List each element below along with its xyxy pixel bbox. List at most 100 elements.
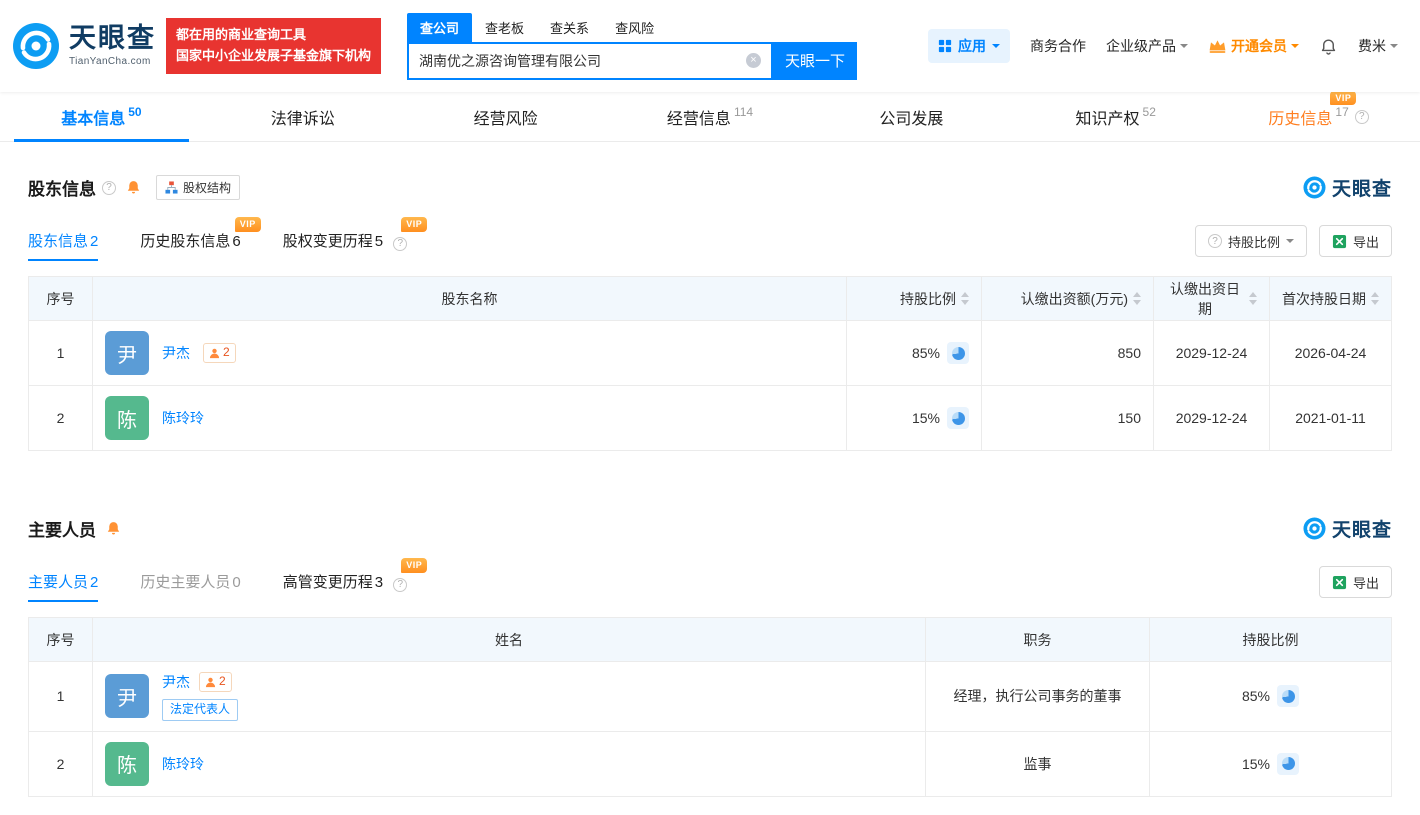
- subtab-executive-change-history[interactable]: VIP 高管变更历程3: [283, 571, 408, 602]
- apps-grid-icon: [938, 39, 952, 53]
- avatar[interactable]: 陈: [105, 396, 149, 440]
- col-header-label: 持股比例: [900, 289, 956, 309]
- section-title: 股东信息: [28, 175, 96, 200]
- col-header-amount[interactable]: 认缴出资额(万元): [982, 277, 1154, 321]
- pie-chart-icon[interactable]: [1277, 685, 1299, 707]
- ratio-cell: 85%: [847, 321, 982, 386]
- subtab-history-personnel[interactable]: 历史主要人员0: [140, 571, 240, 602]
- shareholders-subtab-row: 股东信息2 VIP 历史股东信息6 VIP 股权变更历程5: [28, 225, 1392, 261]
- chevron-down-icon: [992, 44, 1000, 52]
- subtab-history-shareholders[interactable]: VIP 历史股东信息6: [140, 230, 240, 261]
- person-icon: [209, 348, 220, 359]
- header: 天眼查 TianYanCha.com 都在用的商业查询工具 国家中小企业发展子基…: [0, 0, 1420, 92]
- search-tab-risk[interactable]: 查风险: [602, 13, 667, 42]
- help-icon: [1208, 234, 1222, 248]
- subtab-label: 股东信息: [28, 233, 88, 250]
- help-icon[interactable]: [393, 578, 407, 592]
- shareholder-name-link[interactable]: 尹杰: [162, 343, 190, 363]
- col-header-no: 序号: [29, 618, 93, 662]
- excel-icon: [1332, 234, 1347, 249]
- search-input[interactable]: 湖南优之源咨询管理有限公司: [407, 42, 773, 80]
- enterprise-products-link[interactable]: 企业级产品: [1106, 36, 1188, 56]
- export-button[interactable]: 导出: [1319, 566, 1392, 598]
- positions-count-badge[interactable]: 2: [199, 672, 232, 692]
- sort-icon[interactable]: [1371, 292, 1379, 305]
- search-bar: 湖南优之源咨询管理有限公司 天眼一下: [407, 42, 857, 80]
- search-tabs: 查公司 查老板 查关系 查风险: [407, 13, 857, 42]
- tab-count: 52: [1143, 105, 1156, 119]
- subtab-current-personnel[interactable]: 主要人员2: [28, 571, 98, 602]
- tab-legal-litigation[interactable]: 法律诉讼: [203, 92, 406, 141]
- tab-company-development[interactable]: 公司发展: [811, 92, 1014, 141]
- row-no: 2: [29, 386, 93, 451]
- tianyancha-logo[interactable]: 天眼查 TianYanCha.com: [12, 22, 156, 70]
- shareholder-name-cell: 尹 尹杰 2: [93, 321, 847, 386]
- first-date-cell: 2026-04-24: [1270, 321, 1392, 386]
- help-icon[interactable]: [1355, 110, 1369, 124]
- person-name-link[interactable]: 陈玲玲: [162, 754, 204, 774]
- personnel-table: 序号 姓名 职务 持股比例 1 尹: [28, 617, 1392, 797]
- apps-button[interactable]: 应用: [928, 29, 1010, 63]
- tab-label-wrap: VIP 历史信息: [1268, 105, 1332, 129]
- person-name-link[interactable]: 尹杰: [162, 672, 190, 692]
- search-tab-boss[interactable]: 查老板: [472, 13, 537, 42]
- col-header-person-name: 姓名: [93, 618, 926, 662]
- logo-name: 天眼查: [69, 25, 156, 52]
- shareholders-subtabs: 股东信息2 VIP 历史股东信息6 VIP 股权变更历程5: [28, 230, 407, 261]
- chevron-down-icon: [1291, 44, 1299, 52]
- shareholder-name-link[interactable]: 陈玲玲: [162, 408, 204, 428]
- subtab-label: 股权变更历程: [283, 233, 373, 250]
- sort-icon[interactable]: [1249, 292, 1257, 305]
- business-cooperation-link[interactable]: 商务合作: [1030, 36, 1086, 56]
- chevron-down-icon: [1180, 44, 1188, 52]
- subtab-equity-change-history[interactable]: VIP 股权变更历程5: [283, 230, 408, 261]
- position-cell: 经理，执行公司事务的董事: [926, 662, 1150, 732]
- row-no: 2: [29, 731, 93, 796]
- subtab-label: 高管变更历程: [283, 574, 373, 591]
- col-header-ratio[interactable]: 持股比例: [847, 277, 982, 321]
- promo-banner: 都在用的商业查询工具 国家中小企业发展子基金旗下机构: [166, 18, 381, 74]
- vip-membership-link[interactable]: 开通会员: [1208, 36, 1299, 56]
- pie-chart-icon[interactable]: [947, 342, 969, 364]
- ratio-cell: 15%: [1150, 731, 1392, 796]
- crown-icon: [1208, 40, 1227, 53]
- help-icon[interactable]: [102, 181, 116, 195]
- avatar[interactable]: 尹: [105, 674, 149, 718]
- search-tab-relation[interactable]: 查关系: [537, 13, 602, 42]
- pie-chart-icon[interactable]: [1277, 753, 1299, 775]
- subtab-current-shareholders[interactable]: 股东信息2: [28, 230, 98, 261]
- tab-operation-risk[interactable]: 经营风险: [406, 92, 609, 141]
- clear-icon[interactable]: [746, 53, 761, 68]
- vip-membership-label: 开通会员: [1231, 36, 1287, 56]
- equity-structure-button[interactable]: 股权结构: [156, 175, 240, 200]
- equity-structure-label: 股权结构: [183, 179, 231, 196]
- export-label: 导出: [1353, 232, 1379, 251]
- subscribe-bell-icon[interactable]: [105, 520, 122, 537]
- sort-icon[interactable]: [1133, 292, 1141, 305]
- tab-intellectual-property[interactable]: 知识产权 52: [1014, 92, 1217, 141]
- export-button[interactable]: 导出: [1319, 225, 1392, 257]
- search-button[interactable]: 天眼一下: [773, 42, 857, 80]
- pie-chart-icon[interactable]: [947, 407, 969, 429]
- avatar[interactable]: 陈: [105, 742, 149, 786]
- watermark-text: 天眼查: [1332, 174, 1392, 201]
- shareholders-actions: 持股比例 导出: [1195, 225, 1392, 261]
- tab-basic-info[interactable]: 基本信息 50: [0, 92, 203, 141]
- tab-business-info[interactable]: 经营信息 114: [609, 92, 812, 141]
- tab-history-info[interactable]: VIP 历史信息 17: [1217, 92, 1420, 141]
- logo-domain: TianYanCha.com: [69, 56, 156, 67]
- personnel-row: 1 尹 尹杰 2: [29, 662, 1392, 732]
- user-menu[interactable]: 费米: [1358, 36, 1398, 56]
- notification-bell-icon[interactable]: [1319, 37, 1338, 56]
- shareholding-ratio-filter-button[interactable]: 持股比例: [1195, 225, 1307, 257]
- positions-count-badge[interactable]: 2: [203, 343, 236, 363]
- sort-icon[interactable]: [961, 292, 969, 305]
- subscribe-bell-icon[interactable]: [125, 179, 142, 196]
- legal-representative-tag[interactable]: 法定代表人: [162, 699, 238, 721]
- avatar[interactable]: 尹: [105, 331, 149, 375]
- col-header-first-date[interactable]: 首次持股日期: [1270, 277, 1392, 321]
- col-header-date[interactable]: 认缴出资日期: [1154, 277, 1270, 321]
- tianyancha-watermark: 天眼查: [1303, 174, 1392, 201]
- search-tab-company[interactable]: 查公司: [407, 13, 472, 42]
- help-icon[interactable]: [393, 237, 407, 251]
